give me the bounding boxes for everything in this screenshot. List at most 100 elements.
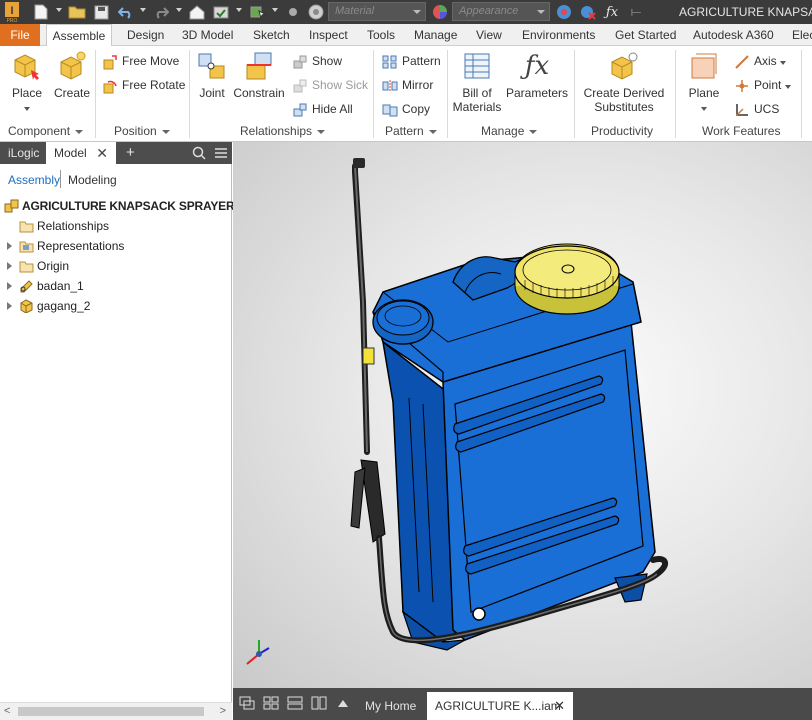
appearance-combo[interactable]: Appearance — [452, 2, 550, 21]
tree-root[interactable]: AGRICULTURE KNAPSACK SPRAYER.ia — [0, 196, 247, 216]
color-wheel-icon[interactable] — [306, 2, 326, 22]
browser-horizontal-scrollbar[interactable]: < > — [0, 702, 232, 720]
axis-dropdown-icon[interactable] — [780, 61, 787, 65]
tree-item-badan-1[interactable]: badan_1 — [0, 276, 232, 296]
scroll-right-icon[interactable]: > — [220, 705, 226, 717]
cascade-windows-icon[interactable] — [239, 696, 255, 710]
inventor-logo-icon[interactable]: I PRO — [3, 1, 21, 23]
tab-assemble[interactable]: Assemble — [46, 24, 112, 47]
tab-inspect[interactable]: Inspect — [309, 24, 348, 46]
new-file-icon[interactable] — [32, 2, 50, 22]
pattern-button[interactable]: Pattern — [382, 52, 441, 70]
free-rotate-button[interactable]: Free Rotate — [102, 76, 185, 94]
hide-all-button[interactable]: Hide All — [292, 100, 353, 118]
group-pattern[interactable]: Pattern — [385, 124, 437, 138]
point-button[interactable]: Point — [734, 76, 791, 94]
tab-active-document[interactable]: AGRICULTURE K...iam ✕ — [427, 692, 573, 720]
tab-environments[interactable]: Environments — [522, 24, 595, 46]
appearance-sphere-icon[interactable] — [430, 2, 450, 22]
ribbon-tab-bar: File Assemble Design 3D Model Sketch Ins… — [0, 24, 812, 47]
save-icon[interactable] — [91, 2, 111, 22]
clear-appearance-icon[interactable] — [578, 2, 598, 22]
subtab-assembly[interactable]: Assembly — [8, 173, 60, 187]
free-move-button[interactable]: Free Move — [102, 52, 179, 70]
expand-arrow-icon[interactable] — [7, 262, 12, 270]
group-position[interactable]: Position — [114, 124, 170, 138]
home-icon[interactable] — [187, 2, 207, 22]
tab-tools[interactable]: Tools — [367, 24, 395, 46]
tab-file[interactable]: File — [0, 24, 40, 46]
new-dropdown-icon[interactable] — [56, 8, 62, 12]
window-title: AGRICULTURE KNAPSACK — [679, 5, 812, 19]
copy-button[interactable]: Copy — [382, 100, 430, 118]
close-icon[interactable]: ✕ — [554, 692, 565, 720]
tab-model[interactable]: Model ✕ — [46, 142, 116, 164]
update-icon[interactable] — [211, 2, 231, 22]
undo-icon[interactable] — [116, 2, 136, 22]
scroll-thumb[interactable] — [18, 707, 204, 716]
redo-icon[interactable] — [151, 2, 171, 22]
axis-button[interactable]: Axis — [734, 52, 787, 70]
point-dropdown-icon[interactable] — [784, 85, 791, 89]
create-derived-substitutes-button[interactable]: Create Derived Substitutes — [580, 50, 668, 114]
measure-icon[interactable] — [284, 2, 302, 22]
parameters-button[interactable]: ƒx Parameters — [506, 50, 568, 100]
svg-text:I: I — [10, 5, 13, 17]
subtab-modeling[interactable]: Modeling — [68, 173, 117, 187]
group-manage[interactable]: Manage — [481, 124, 538, 138]
tree-item-representations[interactable]: Representations — [0, 236, 232, 256]
tree-item-relationships[interactable]: Relationships — [0, 216, 232, 236]
search-icon[interactable] — [192, 146, 206, 160]
tree-item-origin[interactable]: Origin — [0, 256, 232, 276]
tab-manage[interactable]: Manage — [414, 24, 457, 46]
group-component[interactable]: Component — [8, 124, 84, 138]
tab-ilogic[interactable]: iLogic — [0, 142, 47, 164]
undo-dropdown-icon[interactable] — [140, 8, 146, 12]
show-button[interactable]: Show — [292, 52, 342, 70]
expand-arrow-icon[interactable] — [7, 242, 12, 250]
open-folder-icon[interactable] — [67, 2, 87, 22]
tab-3d-model[interactable]: 3D Model — [182, 24, 233, 46]
tree-item-gagang-2[interactable]: gagang_2 — [0, 296, 232, 316]
redo-dropdown-icon[interactable] — [176, 8, 182, 12]
plane-button[interactable]: Plane — [682, 50, 726, 114]
window-list-arrow-icon[interactable] — [335, 696, 351, 710]
tile-windows-icon[interactable] — [263, 696, 279, 710]
select-dropdown-icon[interactable] — [272, 8, 278, 12]
adjust-appearance-icon[interactable] — [554, 2, 574, 22]
select-icon[interactable] — [248, 2, 268, 22]
show-sick-button[interactable]: Show Sick — [292, 76, 368, 94]
menu-icon[interactable] — [214, 147, 228, 159]
constrain-button[interactable]: Constrain — [232, 50, 286, 100]
tab-my-home[interactable]: My Home — [357, 692, 424, 720]
expand-arrow-icon[interactable] — [7, 302, 12, 310]
place-button[interactable]: Place — [6, 50, 48, 114]
knapsack-sprayer-model[interactable] — [233, 142, 812, 688]
more-tools-icon[interactable]: ⟝ — [626, 2, 646, 22]
copy-icon — [382, 104, 398, 117]
ucs-button[interactable]: UCS — [734, 100, 779, 118]
tab-design[interactable]: Design — [127, 24, 164, 46]
tab-autodesk-a360[interactable]: Autodesk A360 — [693, 24, 774, 46]
mirror-button[interactable]: Mirror — [382, 76, 433, 94]
bill-of-materials-button[interactable]: Bill of Materials — [452, 50, 502, 114]
group-relationships[interactable]: Relationships — [240, 124, 326, 138]
update-dropdown-icon[interactable] — [236, 8, 242, 12]
tab-electromechanical[interactable]: Elec — [792, 24, 812, 46]
create-button[interactable]: Create — [52, 50, 92, 100]
place-dropdown-icon[interactable] — [24, 107, 30, 111]
scroll-left-icon[interactable]: < — [4, 705, 10, 717]
tile-horizontal-icon[interactable] — [287, 696, 303, 710]
close-icon[interactable]: ✕ — [96, 142, 108, 164]
tab-view[interactable]: View — [476, 24, 502, 46]
graphics-viewport[interactable] — [233, 142, 812, 688]
add-tab-button[interactable]: + — [118, 142, 143, 164]
tile-vertical-icon[interactable] — [311, 696, 327, 710]
plane-dropdown-icon[interactable] — [701, 107, 707, 111]
joint-button[interactable]: Joint — [194, 50, 230, 100]
tab-sketch[interactable]: Sketch — [253, 24, 290, 46]
fx-parameters-icon[interactable]: ƒx — [602, 2, 622, 22]
tab-get-started[interactable]: Get Started — [615, 24, 676, 46]
material-combo[interactable]: Material — [328, 2, 426, 21]
expand-arrow-icon[interactable] — [7, 282, 12, 290]
